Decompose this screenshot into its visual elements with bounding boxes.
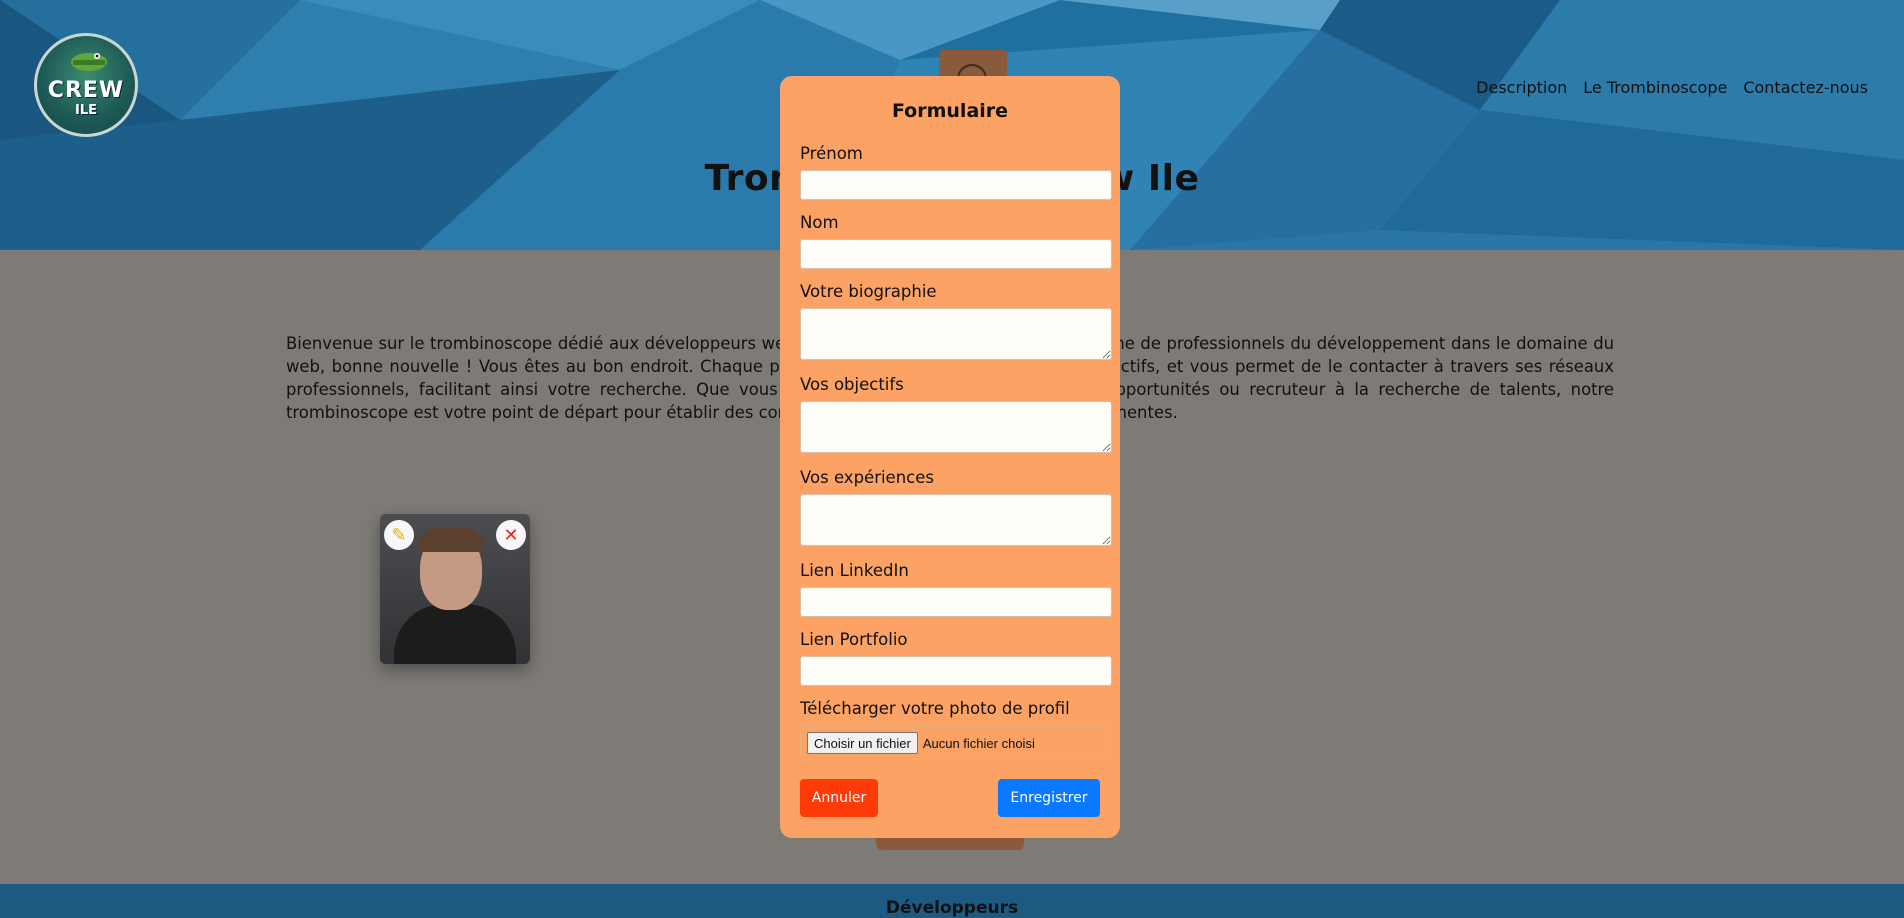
footer-title: Développeurs <box>885 898 1019 918</box>
logo[interactable]: CREW ILE <box>34 33 138 137</box>
nom-label: Nom <box>800 213 839 232</box>
nav-description[interactable]: Description <box>1476 78 1567 97</box>
footer: Développeurs <box>0 884 1904 918</box>
close-icon: ✕ <box>503 524 519 546</box>
save-button[interactable]: Enregistrer <box>998 779 1100 817</box>
modal-title: Formulaire <box>891 100 1009 122</box>
portfolio-input[interactable] <box>800 656 1112 686</box>
objectifs-textarea[interactable] <box>800 401 1112 453</box>
linkedin-label: Lien LinkedIn <box>800 561 909 580</box>
nav-trombinoscope[interactable]: Le Trombinoscope <box>1583 78 1727 97</box>
choose-file-button[interactable]: Choisir un fichier <box>807 732 918 754</box>
prenom-label: Prénom <box>800 144 863 163</box>
nom-input[interactable] <box>800 239 1112 269</box>
edit-profile-button[interactable]: ✎ <box>384 520 414 550</box>
cancel-button[interactable]: Annuler <box>800 779 878 817</box>
prenom-input[interactable] <box>800 170 1112 200</box>
bio-label: Votre biographie <box>800 282 937 301</box>
portfolio-label: Lien Portfolio <box>800 630 908 649</box>
objectifs-label: Vos objectifs <box>800 375 904 394</box>
nav-contact[interactable]: Contactez-nous <box>1743 78 1868 97</box>
crocodile-icon <box>71 53 107 71</box>
form-modal: Formulaire Prénom Nom Votre biographie V… <box>780 76 1120 838</box>
photo-label: Télécharger votre photo de profil <box>800 699 1070 718</box>
top-nav: Description Le Trombinoscope Contactez-n… <box>1476 78 1868 97</box>
logo-subtext: ILE <box>74 103 97 118</box>
file-status: Aucun fichier choisi <box>922 735 1035 751</box>
bio-textarea[interactable] <box>800 308 1112 360</box>
linkedin-input[interactable] <box>800 587 1112 617</box>
experiences-label: Vos expériences <box>800 468 934 487</box>
file-input[interactable]: Choisir un fichier Aucun fichier choisi <box>800 726 1112 760</box>
experiences-textarea[interactable] <box>800 494 1112 546</box>
profile-card[interactable]: ✎ ✕ <box>380 514 530 664</box>
delete-profile-button[interactable]: ✕ <box>496 520 526 550</box>
pencil-icon: ✎ <box>391 524 407 546</box>
logo-text: CREW <box>47 78 125 103</box>
